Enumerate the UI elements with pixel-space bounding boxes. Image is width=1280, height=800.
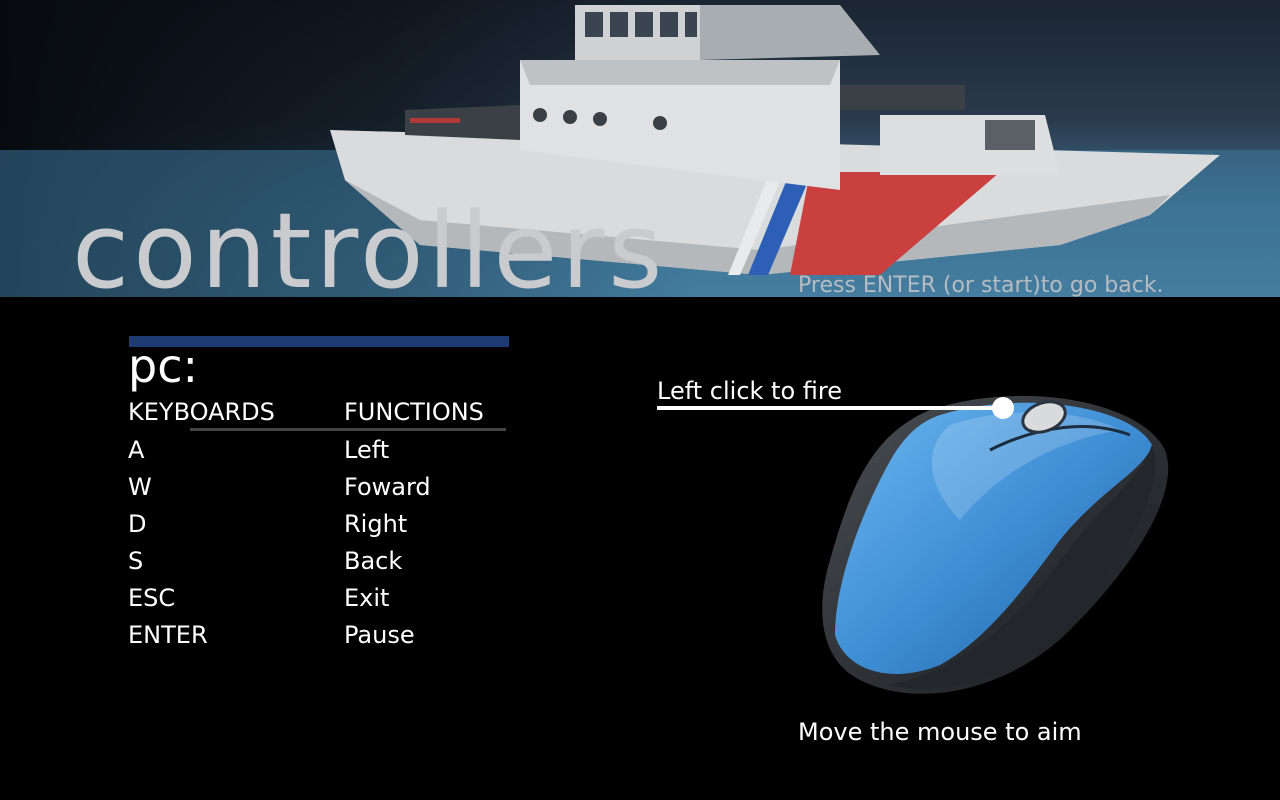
back-hint: Press ENTER (or start)to go back. <box>798 273 1164 298</box>
fire-pointer-line <box>657 406 1002 410</box>
page-title: controllers <box>72 190 667 312</box>
control-function: Exit <box>344 584 390 612</box>
fire-pointer-dot <box>992 397 1014 419</box>
control-function: Back <box>344 547 403 575</box>
fire-instruction: Left click to fire <box>657 377 842 405</box>
section-title: pc: <box>128 339 198 393</box>
control-key: S <box>128 547 144 575</box>
control-function: Pause <box>344 621 415 649</box>
control-key: ENTER <box>128 621 208 649</box>
aim-instruction: Move the mouse to aim <box>798 718 1082 746</box>
control-function: Right <box>344 510 408 538</box>
control-key: W <box>128 473 152 501</box>
control-key: A <box>128 436 145 464</box>
control-function: Left <box>344 436 390 464</box>
functions-header: FUNCTIONS <box>344 398 484 426</box>
control-key: D <box>128 510 147 538</box>
mouse-icon <box>822 395 1169 694</box>
control-function: Foward <box>344 473 431 501</box>
keyboards-header: KEYBOARDS <box>128 398 275 426</box>
control-key: ESC <box>128 584 176 612</box>
header-divider <box>190 428 506 431</box>
